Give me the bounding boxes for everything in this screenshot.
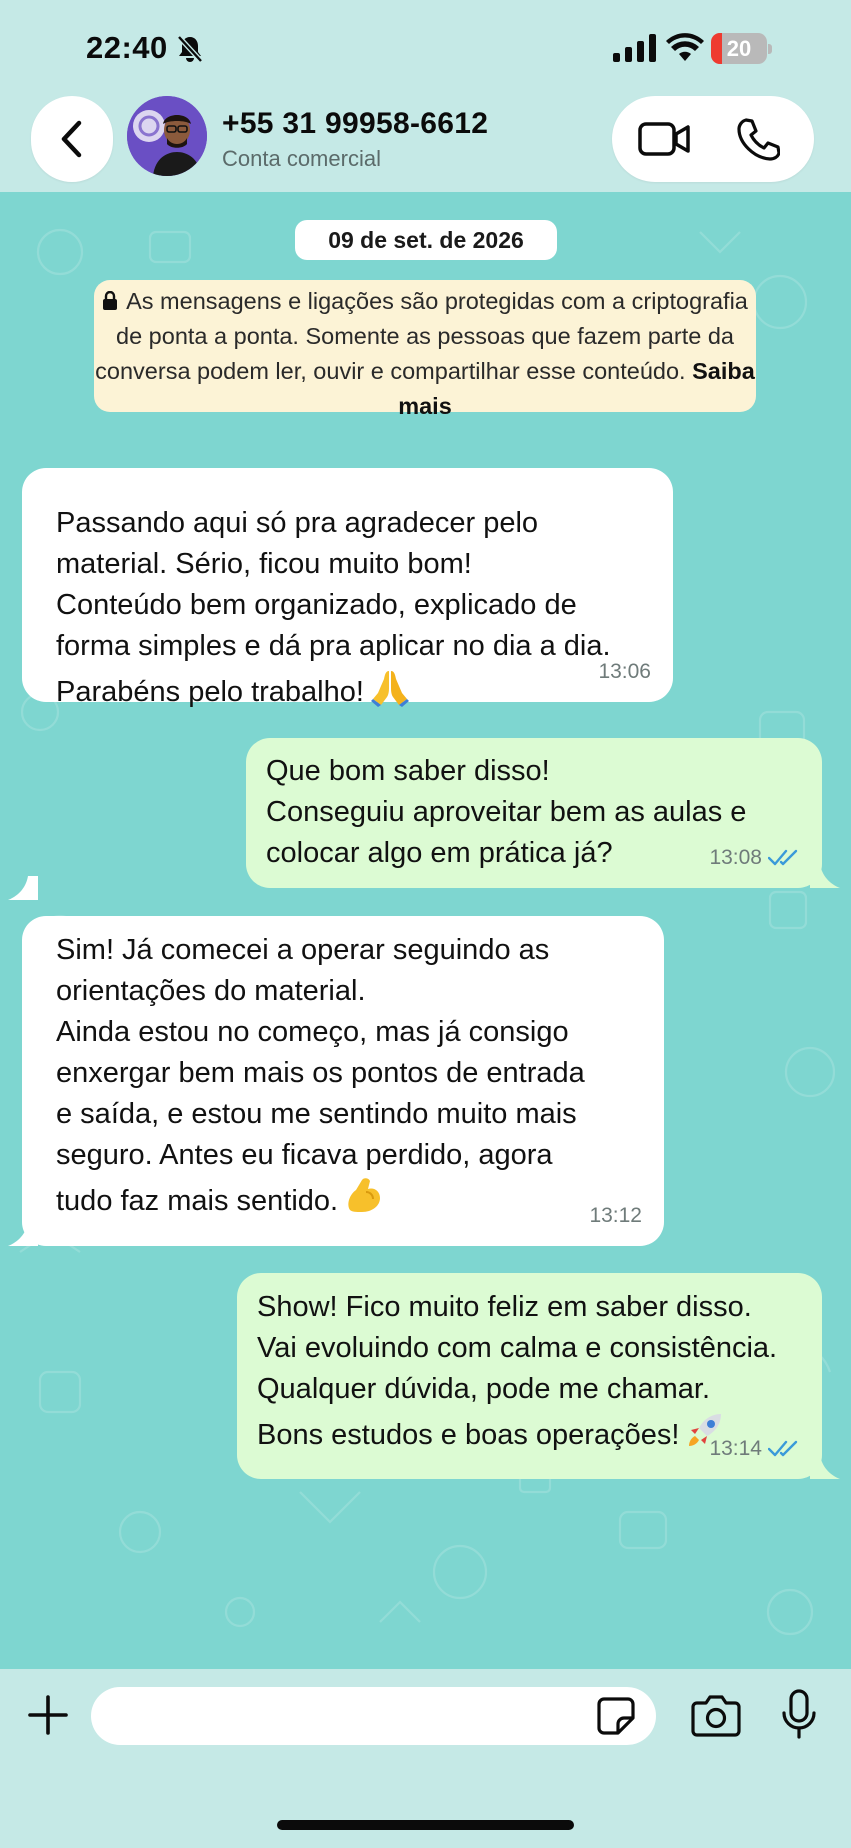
- message-time: 13:12: [589, 1204, 642, 1227]
- plus-icon[interactable]: [26, 1693, 70, 1737]
- voice-call-button[interactable]: [730, 114, 786, 164]
- home-indicator: [277, 1820, 574, 1830]
- message-bubble-incoming[interactable]: Sim! Já comecei a operar seguindo as ori…: [22, 916, 664, 1246]
- folded-hands-emoji: [370, 667, 410, 719]
- phone-call-icon: [737, 118, 780, 161]
- camera-icon[interactable]: [691, 1693, 741, 1737]
- read-receipt-icon: [768, 1440, 798, 1456]
- bubble-tail: [810, 864, 840, 888]
- bubble-tail: [810, 1455, 840, 1479]
- battery-level: 20: [726, 36, 752, 61]
- chat-area[interactable]: 09 de set. de 2026 As mensagens e ligaçõ…: [0, 192, 851, 1669]
- bubble-tail: [8, 1222, 38, 1246]
- lock-icon: [103, 291, 118, 310]
- encryption-notice-text: As mensagens e ligações são protegidas c…: [95, 288, 748, 384]
- bell-slash-icon: [177, 35, 203, 63]
- back-button[interactable]: [31, 96, 113, 182]
- flexed-biceps-emoji: [344, 1176, 384, 1228]
- video-call-button[interactable]: [636, 114, 692, 164]
- video-call-icon: [638, 122, 690, 156]
- message-time: 13:06: [598, 660, 651, 683]
- contact-subtitle: Conta comercial: [222, 146, 381, 171]
- message-bubble-incoming[interactable]: Passando aqui só pra agradecer pelo mate…: [22, 468, 673, 708]
- battery-icon: 20: [711, 33, 773, 64]
- call-actions: [612, 96, 814, 182]
- message-bubble-outgoing[interactable]: Que bom saber disso! Conseguiu aproveita…: [246, 738, 822, 888]
- signal-icon: [613, 34, 656, 62]
- message-input[interactable]: [91, 1687, 656, 1745]
- wifi-icon: [666, 33, 704, 61]
- status-bar: 22:40 20: [0, 0, 851, 96]
- status-time: 22:40: [86, 30, 168, 65]
- encryption-notice[interactable]: As mensagens e ligações são protegidas c…: [94, 280, 756, 419]
- date-chip: 09 de set. de 2026: [295, 220, 557, 260]
- avatar[interactable]: [127, 96, 207, 176]
- composer: [0, 1669, 851, 1848]
- message-text: Sim! Já comecei a operar seguindo as ori…: [56, 934, 585, 1217]
- message-time: 13:14: [709, 1437, 762, 1460]
- microphone-icon[interactable]: [781, 1689, 817, 1739]
- bubble-tail: [8, 876, 38, 900]
- message-text: Que bom saber disso! Conseguiu aproveita…: [266, 755, 747, 869]
- read-receipt-icon: [768, 849, 798, 865]
- message-bubble-outgoing[interactable]: Show! Fico muito feliz em saber disso. V…: [237, 1273, 822, 1479]
- message-text: Passando aqui só pra agradecer pelo mate…: [56, 507, 611, 708]
- chevron-left-icon: [61, 120, 82, 158]
- message-time: 13:08: [709, 846, 762, 869]
- chat-header: +55 31 99958-6612 Conta comercial: [0, 96, 851, 192]
- avatar-image: [127, 96, 207, 176]
- contact-name[interactable]: +55 31 99958-6612: [222, 107, 488, 141]
- sticker-icon[interactable]: [596, 1696, 636, 1736]
